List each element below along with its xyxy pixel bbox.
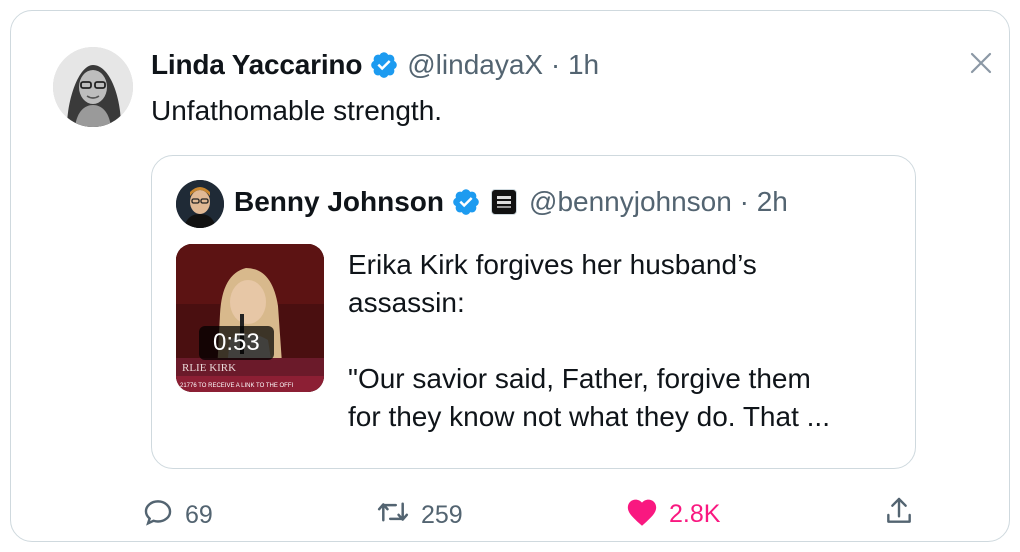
tweet-card[interactable]: Linda Yaccarino @lindayaX · 1h Unfathoma… xyxy=(10,10,1010,542)
retweet-icon xyxy=(375,495,421,536)
retweet-count: 259 xyxy=(421,501,463,529)
tweet-time[interactable]: 1h xyxy=(568,49,599,81)
like-count: 2.8K xyxy=(669,500,721,528)
heart-icon xyxy=(625,495,669,534)
quoted-text-line: for they know not what they do. That ... xyxy=(348,401,830,432)
author-handle[interactable]: @lindayaX xyxy=(407,49,543,81)
quoted-text-line: "Our savior said, Father, forgive them xyxy=(348,363,811,394)
video-thumbnail[interactable]: RLIE KIRK 21776 TO RECEIVE A LINK TO THE… xyxy=(176,244,324,392)
action-bar: 69 259 2.8K xyxy=(11,495,1011,535)
affiliate-badge-logo[interactable] xyxy=(491,189,518,215)
author-name[interactable]: Linda Yaccarino xyxy=(151,49,362,81)
separator-dot: · xyxy=(731,186,757,217)
share-icon xyxy=(883,495,925,534)
retweet-button[interactable]: 259 xyxy=(375,495,463,536)
tweet-text: Unfathomable strength. xyxy=(151,95,443,126)
quoted-header: Benny Johnson @bennyjohnson · 2h xyxy=(234,186,788,218)
video-overlay-ticker: 21776 TO RECEIVE A LINK TO THE OFFI xyxy=(180,383,293,389)
tweet-header: Linda Yaccarino @lindayaX · 1h xyxy=(151,49,599,81)
author-avatar[interactable] xyxy=(53,47,133,127)
quoted-tweet[interactable]: Benny Johnson @bennyjohnson · 2h RLIE KI… xyxy=(151,155,916,469)
video-overlay-name: RLIE KIRK xyxy=(182,362,236,374)
like-button[interactable]: 2.8K xyxy=(625,495,720,534)
quoted-tweet-time[interactable]: 2h xyxy=(757,186,788,218)
video-duration: 0:53 xyxy=(199,326,274,360)
verified-badge-icon xyxy=(369,50,399,80)
reply-icon xyxy=(141,495,185,536)
quoted-author-avatar[interactable] xyxy=(176,180,224,228)
reply-button[interactable]: 69 xyxy=(141,495,213,536)
separator-dot: · xyxy=(543,49,568,80)
quoted-text-line: Erika Kirk forgives her husband’s xyxy=(348,249,757,280)
quoted-author-name[interactable]: Benny Johnson xyxy=(234,186,444,218)
close-icon[interactable] xyxy=(969,51,993,75)
quoted-author-handle[interactable]: @bennyjohnson xyxy=(529,186,732,218)
quoted-text-line: assassin: xyxy=(348,287,465,318)
verified-badge-icon xyxy=(451,187,481,217)
quoted-tweet-text: Erika Kirk forgives her husband’s assass… xyxy=(348,246,898,436)
reply-count: 69 xyxy=(185,501,213,529)
share-button[interactable] xyxy=(883,495,925,534)
